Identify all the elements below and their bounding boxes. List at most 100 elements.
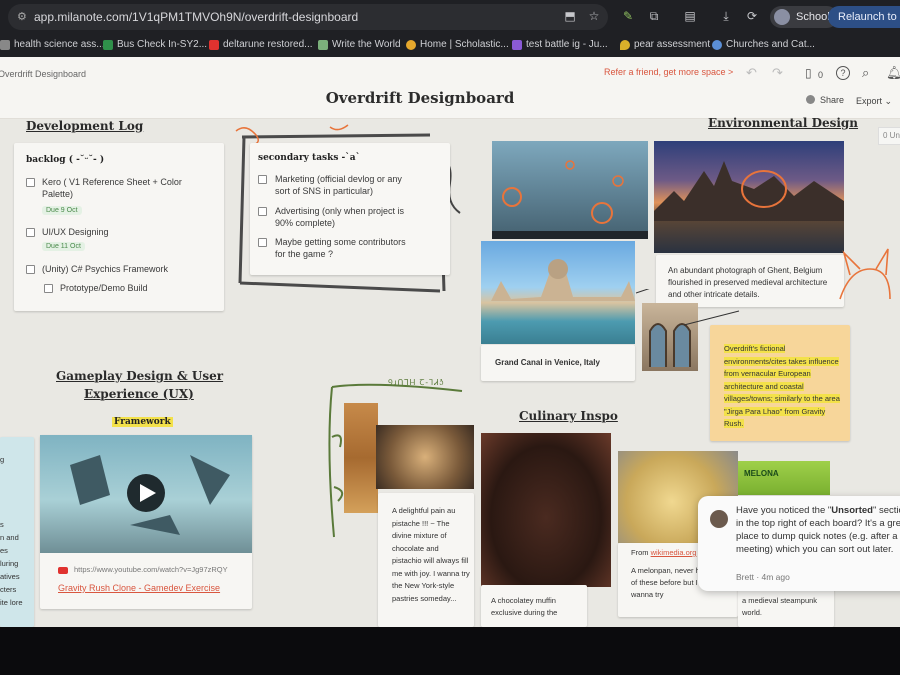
device-count: 0	[818, 70, 824, 80]
gameplay-heading-line2: Experience (UX)	[84, 387, 194, 401]
bookmark-item[interactable]: Home | Scholastic...	[406, 37, 509, 53]
task-label: Kero ( V1 Reference Sheet + Color Palett…	[42, 177, 182, 199]
dev-log-heading: Development Log	[26, 119, 144, 133]
muffin-card[interactable]: A chocolatey muffin exclusive during the	[481, 585, 587, 627]
add-user-icon	[806, 95, 815, 104]
task-checkbox[interactable]	[26, 228, 35, 237]
env-note-card[interactable]: Overdrift's fictional environments/cites…	[710, 325, 850, 441]
env-heading: Environmental Design	[708, 116, 859, 130]
share-button[interactable]: Share	[806, 95, 844, 105]
undo-icon[interactable]: ↶	[746, 66, 757, 80]
notification-bell-icon[interactable]: 🔔︎	[886, 66, 900, 80]
bookmark-item[interactable]: Churches and Cat...	[712, 37, 815, 53]
env-note-text: Overdrift's fictional environments/cites…	[724, 344, 840, 428]
youtube-icon	[58, 567, 68, 574]
muffin-text: A chocolatey muffin exclusive during the	[491, 596, 558, 617]
steampunk-text: a medieval steampunk world.	[742, 596, 818, 617]
task-label: UI/UX Designing	[42, 227, 109, 237]
ghent-skyline-drawing	[654, 161, 844, 221]
breadcrumb[interactable]: Overdrift Designboard	[0, 69, 86, 79]
melona-label: MELONA	[744, 469, 779, 478]
profile-label: School	[796, 11, 830, 23]
toast-message: Have you noticed the "Unsorted" section …	[736, 505, 900, 555]
reading-mode-icon[interactable]: ▤	[682, 8, 698, 24]
sheets-icon	[103, 40, 113, 50]
cut-off-text: g s n and es luring atives cters ite lor…	[0, 455, 23, 607]
steampunk-card[interactable]: a medieval steampunk world.	[738, 585, 834, 627]
game-screenshot-image[interactable]	[492, 141, 648, 239]
unsorted-tab[interactable]: 0 Un	[878, 127, 900, 145]
venice-skyline-drawing	[491, 259, 635, 301]
video-thumbnail[interactable]	[40, 435, 252, 553]
task-checkbox[interactable]	[258, 207, 267, 216]
gameplay-heading-line1: Gameplay Design & User	[56, 369, 224, 383]
bookmark-item[interactable]: Write the World	[318, 37, 401, 53]
cut-off-card[interactable]: g s n and es luring atives cters ite lor…	[0, 437, 34, 627]
due-badge: Due 9 Oct	[42, 206, 82, 215]
bookmark-item[interactable]: Bus Check In-SY2...	[103, 37, 207, 53]
backlog-title: backlog ( -˘ᵕ˘- )	[26, 155, 105, 165]
export-button[interactable]: Export ⌄	[856, 96, 892, 107]
download-icon[interactable]: ⤓	[718, 8, 734, 24]
cat-doodle-drawing	[839, 248, 891, 300]
secondary-tasks-card[interactable]: secondary tasks -`a` Marketing (official…	[250, 143, 450, 275]
relaunch-button[interactable]: Relaunch to upd	[828, 6, 900, 28]
screen: ⚙ app.milanote.com/1V1qPM1TMVOh9N/overdr…	[0, 0, 900, 675]
shield-icon	[318, 40, 328, 50]
task-label: Maybe getting some contributors for the …	[275, 237, 406, 259]
help-icon[interactable]: ?	[836, 66, 850, 80]
author-avatar	[710, 510, 728, 528]
search-icon[interactable]: ⌕	[862, 66, 869, 80]
pistache-card[interactable]: A delightful pain au pistache !!! ~ The …	[378, 493, 474, 627]
task-checkbox[interactable]	[44, 284, 53, 293]
bookmark-star-icon[interactable]: ☆	[586, 8, 602, 24]
install-app-icon[interactable]: ⬒	[562, 8, 578, 24]
task-checkbox[interactable]	[258, 238, 267, 247]
extensions-puzzle-icon[interactable]: ⧉	[646, 8, 662, 24]
venice-caption-card[interactable]: Grand Canal in Venice, Italy	[481, 345, 635, 381]
venice-caption: Grand Canal in Venice, Italy	[495, 358, 600, 367]
bookmark-item[interactable]: pear assessment	[620, 37, 710, 53]
handwritten-label: ꝮɹՈꞀᎻ Ꞇ-ꞀᏗᎼ	[388, 378, 445, 387]
cube-icon	[512, 40, 522, 50]
site-info-icon[interactable]: ⚙	[17, 4, 27, 30]
youtube-icon	[209, 40, 219, 50]
refer-link[interactable]: Refer a friend, get more space >	[604, 67, 733, 77]
device-icon[interactable]: ▯	[805, 66, 812, 80]
melona-photo[interactable]: MELONA	[738, 461, 830, 495]
culinary-heading: Culinary Inspo	[519, 409, 618, 423]
task-label: Advertising (only when project is 90% co…	[275, 206, 405, 228]
pain-au-pistache-photo[interactable]	[376, 425, 474, 489]
backlog-card[interactable]: backlog ( -˘ᵕ˘- ) Kero ( V1 Reference Sh…	[14, 143, 224, 311]
address-bar[interactable]: ⚙ app.milanote.com/1V1qPM1TMVOh9N/overdr…	[8, 4, 608, 30]
bookmark-item[interactable]: health science ass...	[0, 37, 105, 53]
bookmarks-bar: health science ass... Bus Check In-SY2..…	[0, 34, 900, 56]
pear-icon	[620, 40, 630, 50]
bookmark-item[interactable]: deltarune restored...	[209, 37, 313, 53]
task-label: Marketing (official devlog or any sort o…	[275, 174, 402, 196]
tip-toast[interactable]: Have you noticed the "Unsorted" section …	[698, 496, 900, 591]
bookmark-item[interactable]: test battle ig - Ju...	[512, 37, 608, 53]
url-text: app.milanote.com/1V1qPM1TMVOh9N/overdrif…	[34, 10, 359, 24]
video-url[interactable]: https://www.youtube.com/watch?v=Jg97zRQY	[74, 564, 228, 576]
pistache-text: A delightful pain au pistache !!! ~ The …	[392, 506, 470, 603]
task-checkbox[interactable]	[258, 175, 267, 184]
app-header: Overdrift Designboard Refer a friend, ge…	[0, 57, 900, 119]
task-checkbox[interactable]	[26, 178, 35, 187]
task-label: Prototype/Demo Build	[60, 283, 148, 293]
wiki-link[interactable]: wikimedia.org	[651, 548, 697, 557]
chocolate-muffin-photo[interactable]	[481, 433, 611, 587]
video-card[interactable]: https://www.youtube.com/watch?v=Jg97zRQY…	[40, 435, 252, 609]
screen-bezel	[0, 627, 900, 675]
video-title-link[interactable]: Gravity Rush Clone - Gamedev Exercise	[58, 582, 220, 594]
framework-label: Framework	[112, 417, 173, 427]
board-title: Overdrift Designboard	[325, 89, 515, 107]
redo-icon[interactable]: ↷	[772, 66, 783, 80]
extension-icon[interactable]: ✎	[620, 8, 636, 24]
globe-icon	[712, 40, 722, 50]
ghent-photo[interactable]	[654, 141, 844, 253]
pastry-photo-side[interactable]	[344, 403, 378, 513]
venice-photo[interactable]	[481, 241, 635, 344]
sync-icon[interactable]: ⟳	[744, 8, 760, 24]
task-checkbox[interactable]	[26, 265, 35, 274]
